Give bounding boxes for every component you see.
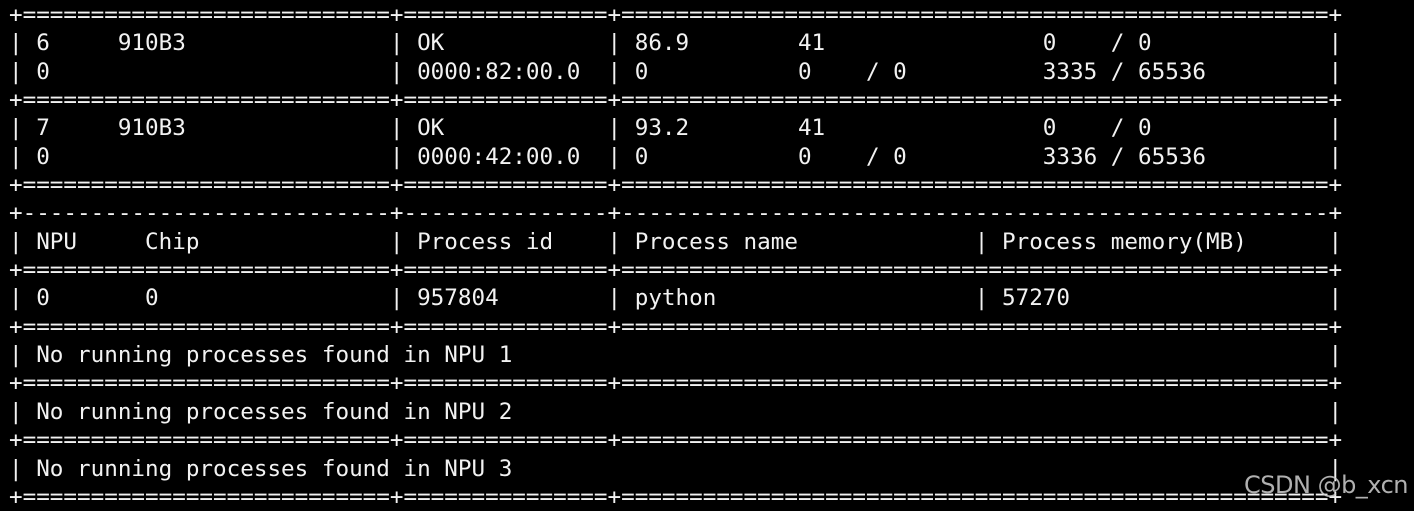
npu-6-row-1: | 6 910B3 | OK | 86.9 41 0 / 0 | bbox=[9, 30, 1343, 57]
terminal-window[interactable]: +===========================+===========… bbox=[0, 0, 1414, 511]
table-border-line: +===========================+===========… bbox=[9, 87, 1343, 114]
watermark: CSDN @b_xcn bbox=[1244, 470, 1408, 499]
no-process-row-npu-2: | No running processes found in NPU 2 | bbox=[9, 398, 1343, 425]
npu-7-row-2: | 0 | 0000:42:00.0 | 0 0 / 0 3336 / 6553… bbox=[9, 143, 1343, 170]
table-border-line: +===========================+===========… bbox=[9, 2, 1343, 28]
table-border-line: +===========================+===========… bbox=[9, 172, 1343, 199]
process-row: | 0 0 | 957804 | python | 57270 | bbox=[9, 285, 1343, 312]
table-border-line: +===========================+===========… bbox=[9, 483, 1343, 510]
table-border-line: +===========================+===========… bbox=[9, 313, 1343, 340]
table-border-line: +===========================+===========… bbox=[9, 257, 1343, 284]
npu-7-row-1: | 7 910B3 | OK | 93.2 41 0 / 0 | bbox=[9, 115, 1343, 142]
npu-6-row-2: | 0 | 0000:82:00.0 | 0 0 / 0 3335 / 6553… bbox=[9, 58, 1343, 85]
process-table-top-border: +---------------------------+-----------… bbox=[9, 200, 1343, 227]
table-border-line: +===========================+===========… bbox=[9, 427, 1343, 454]
table-border-line: +===========================+===========… bbox=[9, 370, 1343, 397]
process-table-header: | NPU Chip | Process id | Process name |… bbox=[9, 228, 1343, 255]
no-process-row-npu-1: | No running processes found in NPU 1 | bbox=[9, 342, 1343, 369]
no-process-row-npu-3: | No running processes found in NPU 3 | bbox=[9, 455, 1343, 482]
